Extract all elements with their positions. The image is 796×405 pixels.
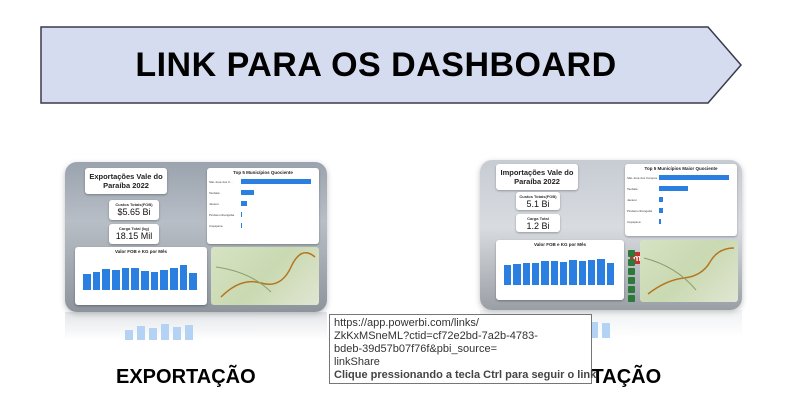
filter-icon[interactable] xyxy=(628,250,635,257)
exp-monthly-bar xyxy=(102,269,110,290)
exp-monthly-bar xyxy=(92,272,101,290)
imp-top5-bar xyxy=(659,208,663,213)
exp-top5-bar xyxy=(241,223,242,228)
imp-kpi-carga: Carga Total 1.2 Bi xyxy=(516,214,560,232)
imp-map-route xyxy=(643,247,735,295)
exportacao-dashboard-thumbnail[interactable]: Exportações Vale do Paraíba 2022 Custos … xyxy=(65,162,327,312)
imp-monthly-bar xyxy=(541,261,549,285)
exp-monthly-bar xyxy=(150,272,159,290)
imp-top5-label: Taubaté xyxy=(627,187,638,191)
exp-kpi-fob: Custos Totais(FOB) $5.65 Bi xyxy=(109,200,159,220)
imp-kpi-carga-value: 1.2 Bi xyxy=(526,221,550,231)
exp-monthly-bar xyxy=(170,267,178,290)
banner-title: LINK PARA OS DASHBOARD xyxy=(135,45,617,84)
imp-top5-label: São José dos Campos xyxy=(627,176,658,180)
tooltip-url-line-2: ZkKxMSneML?ctid=cf72e2bd-7a2b-4783- xyxy=(334,330,538,342)
imp-top5-bars: São José dos Campos Taubaté Jacareí Pindamo… xyxy=(625,171,737,231)
exp-top5-bar xyxy=(241,201,248,206)
exp-monthly-bar xyxy=(121,267,130,290)
filter-icon[interactable] xyxy=(628,259,635,266)
imp-monthly-bar xyxy=(569,259,577,285)
imp-monthly-bar xyxy=(560,261,568,285)
imp-title-card: Importações Vale do Paraíba 2022 xyxy=(496,164,578,190)
exp-top5-card: Top 5 Municípios Quociente São José dos … xyxy=(207,168,319,244)
imp-side-icon-bar xyxy=(628,250,638,304)
exp-title-card: Exportações Vale do Paraíba 2022 xyxy=(85,168,167,194)
exp-map-route xyxy=(215,252,316,298)
exp-monthly-bars xyxy=(75,254,207,302)
exp-monthly-bar xyxy=(83,273,91,290)
imp-top5-label: Jacareí xyxy=(627,198,637,202)
exp-kpi-carga: Carga Total (kg) 18.15 Mil xyxy=(109,224,159,244)
imp-top5-label: Caçapava xyxy=(627,220,641,224)
tooltip-url-line-3: bdeb-39d57b07f76f&pbi_source= xyxy=(334,343,497,355)
imp-monthly-chart-card: Valor FOB e KG por Mês xyxy=(496,240,624,300)
imp-top5-bar xyxy=(659,219,662,224)
exp-kpi-fob-value: $5.65 Bi xyxy=(117,207,151,217)
imp-kpi-fob: Custos Totais(FOB) 5.1 Bi xyxy=(516,192,560,210)
tooltip-url-line-4: linkShare xyxy=(334,356,380,368)
imp-top5-bar xyxy=(659,175,729,180)
filter-icon[interactable] xyxy=(628,268,635,275)
exp-thumbnail-reflection xyxy=(65,312,327,340)
imp-map xyxy=(640,240,738,302)
filter-icon[interactable] xyxy=(628,295,635,302)
exp-top5-bar xyxy=(241,179,311,184)
hyperlink-tooltip: https://app.powerbi.com/links/ ZkKxMSneM… xyxy=(329,314,597,384)
exp-top5-bars: São José dos C... Taubaté Jacareí Pindamonh… xyxy=(207,175,319,239)
imp-monthly-bar xyxy=(588,259,596,285)
exp-dashboard-title: Exportações Vale do Paraíba 2022 xyxy=(89,172,163,190)
tooltip-ctrl-click-hint: Clique pressionando a tecla Ctrl para se… xyxy=(334,369,597,381)
exp-monthly-bar xyxy=(141,271,149,290)
imp-monthly-bar xyxy=(504,265,512,285)
exp-monthly-bar xyxy=(189,272,197,290)
imp-monthly-bar xyxy=(550,260,558,285)
exp-top5-label: Caçapava xyxy=(209,224,223,228)
imp-top5-bar xyxy=(659,186,689,191)
exp-top5-bar xyxy=(241,212,243,217)
exp-top5-bar xyxy=(241,190,255,195)
imp-monthly-bar xyxy=(522,262,530,285)
exportacao-caption: EXPORTAÇÃO xyxy=(116,366,256,388)
exp-monthly-bar xyxy=(131,268,139,290)
exp-kpi-carga-value: 18.15 Mil xyxy=(115,231,153,241)
imp-top5-bar xyxy=(659,197,664,202)
tooltip-url-line-1: https://app.powerbi.com/links/ xyxy=(334,317,479,329)
exp-monthly-chart-card: Valor FOB e KG por Mês xyxy=(75,247,207,305)
imp-monthly-bar xyxy=(513,264,521,285)
exp-monthly-bar xyxy=(112,270,120,290)
imp-monthly-bars xyxy=(496,247,624,297)
imp-kpi-fob-value: 5.1 Bi xyxy=(526,199,550,209)
exp-top5-label: Jacareí xyxy=(209,202,219,206)
exp-top5-label: São José dos C... xyxy=(209,180,233,184)
imp-monthly-bar xyxy=(597,259,605,285)
exp-top5-label: Taubaté xyxy=(209,191,220,195)
imp-monthly-bar xyxy=(578,261,586,285)
filter-icon[interactable] xyxy=(628,286,635,293)
importacao-dashboard-thumbnail[interactable]: mercanas Importações Vale do Paraíba 202… xyxy=(480,160,742,310)
imp-dashboard-title: Importações Vale do Paraíba 2022 xyxy=(500,168,574,186)
imp-monthly-bar xyxy=(532,263,540,285)
title-banner: LINK PARA OS DASHBOARD xyxy=(40,26,742,104)
exp-monthly-bar xyxy=(160,270,168,290)
imp-monthly-bar xyxy=(606,263,614,285)
exp-map xyxy=(211,247,319,305)
exp-monthly-bar xyxy=(179,264,188,290)
filter-icon[interactable] xyxy=(628,277,635,284)
imp-top5-card: Top 5 Municípios Maior Quociente São Jos… xyxy=(625,164,737,236)
imp-top5-label: Pindamonhangaba xyxy=(627,209,653,213)
exp-top5-label: Pindamonhangaba xyxy=(209,213,235,217)
